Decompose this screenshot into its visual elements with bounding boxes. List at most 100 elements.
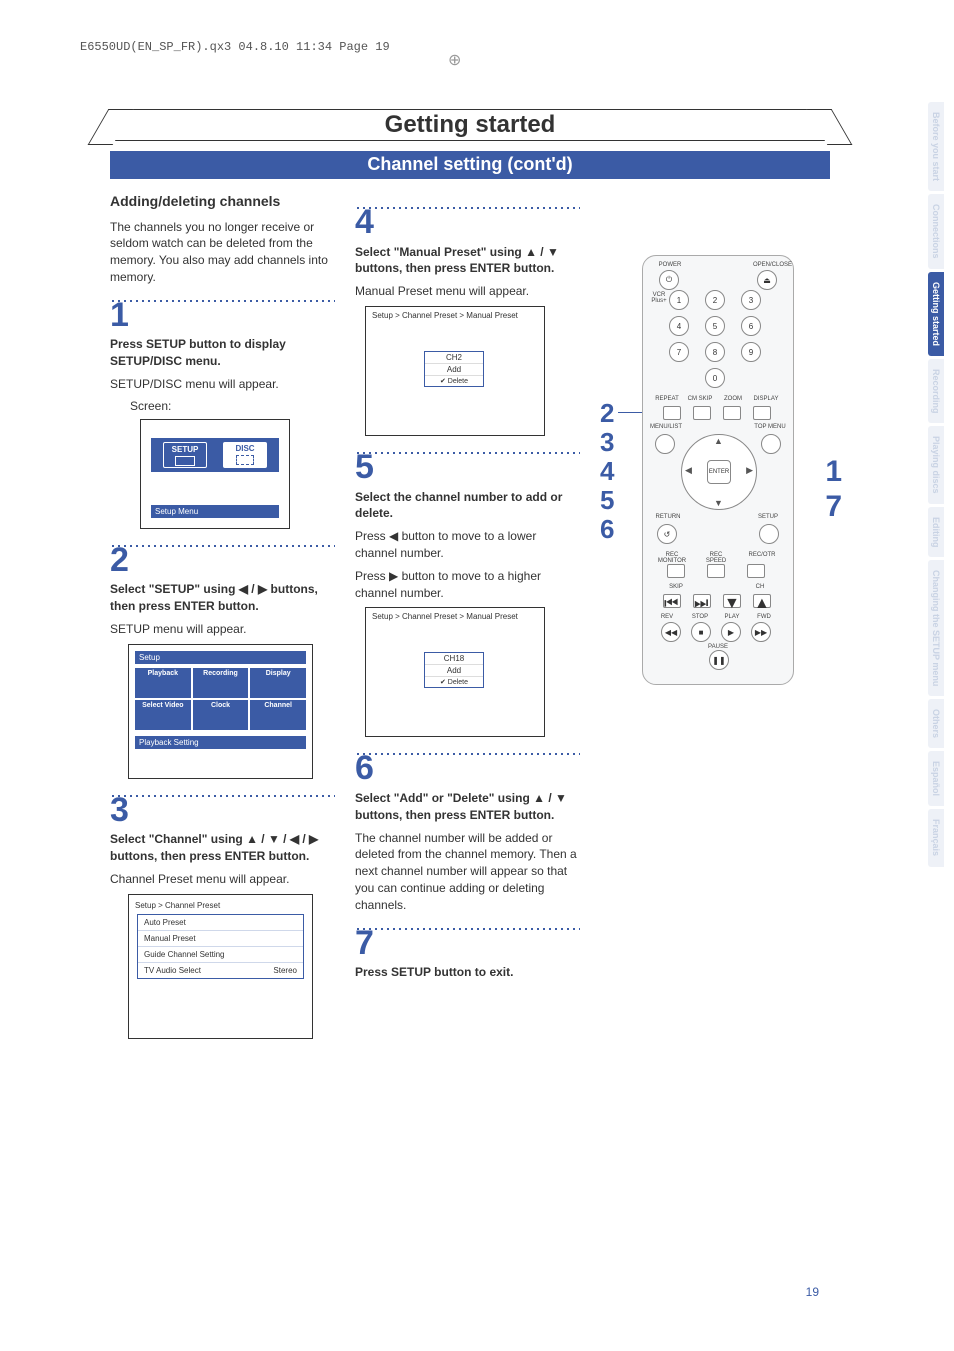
btn-cmskip <box>693 406 711 420</box>
lbl-play: PLAY <box>721 614 743 620</box>
dpad-right-icon: ▶ <box>746 465 753 476</box>
screenshot-setup-disc: SETUP DISC Setup Menu <box>140 419 290 529</box>
tab-getting-started[interactable]: Getting started <box>928 272 944 356</box>
lbl-power: POWER <box>655 262 685 268</box>
screenshot-setup-menu: Setup Playback Recording Display Select … <box>128 644 313 779</box>
disc-tile: DISC <box>223 442 267 468</box>
lbl-display: DISPLAY <box>751 396 781 402</box>
btn-rev: ◀◀ <box>661 622 681 642</box>
screenshot-channel-preset: Setup > Channel Preset Auto Preset Manua… <box>128 894 313 1039</box>
step5-body1: Press ◀ button to move to a lower channe… <box>355 528 580 562</box>
key-0: 0 <box>705 368 725 388</box>
dpad-down-icon: ▼ <box>714 498 723 508</box>
btn-play: ▶ <box>721 622 741 642</box>
remote-figure-column: 2 3 4 5 6 1 7 POWER OPEN/CLOSE ⏻ ⏏ VCR P… <box>600 193 810 1049</box>
lbl-fwd: FWD <box>753 614 775 620</box>
page-content: Getting started Channel setting (cont'd)… <box>110 105 830 1049</box>
lbl-recotr: REC/OTR <box>745 552 779 558</box>
delete-label: ✔ Delete <box>425 677 483 687</box>
screenshot-manual-preset-b: Setup > Channel Preset > Manual Preset C… <box>365 607 545 737</box>
step2-body: SETUP menu will appear. <box>110 621 335 638</box>
btn-menulist <box>655 434 675 454</box>
key-7: 7 <box>669 342 689 362</box>
cell-recording: Recording <box>193 668 249 698</box>
tab-changing-setup[interactable]: Changing the SETUP menu <box>928 560 944 696</box>
row-tv-audio: TV Audio SelectStereo <box>138 963 303 978</box>
btn-ch-up: ▲ <box>753 594 771 608</box>
cell-selectvideo: Select Video <box>135 700 191 730</box>
btn-zoom <box>723 406 741 420</box>
cell-playback: Playback <box>135 668 191 698</box>
btn-skip-next: ⏭ <box>693 594 711 608</box>
mini3b-header: Setup > Channel Preset > Manual Preset <box>366 608 544 623</box>
ch-label: CH2 <box>425 352 483 364</box>
step3-body: Channel Preset menu will appear. <box>110 871 335 888</box>
callout-numbers-left: 2 3 4 5 6 <box>600 399 614 544</box>
btn-return: ↺ <box>657 524 677 544</box>
tab-playing-discs[interactable]: Playing discs <box>928 426 944 504</box>
step-number-5: 5 <box>355 452 580 483</box>
tab-recording[interactable]: Recording <box>928 359 944 424</box>
lbl-repeat: REPEAT <box>655 396 679 402</box>
lbl-zoom: ZOOM <box>721 396 745 402</box>
tab-francais[interactable]: Français <box>928 809 944 866</box>
add-label: Add <box>425 364 483 376</box>
btn-display <box>753 406 771 420</box>
open-close-button-icon: ⏏ <box>757 270 777 290</box>
row-manual-preset: Manual Preset <box>138 931 303 947</box>
step6-title: Select "Add" or "Delete" using ▲ / ▼ but… <box>355 790 580 824</box>
step-number-7: 7 <box>355 928 580 959</box>
key-1: 1 <box>669 290 689 310</box>
step1-body: SETUP/DISC menu will appear. <box>110 376 335 393</box>
page-title: Getting started <box>110 109 830 141</box>
btn-recspeed <box>707 564 725 578</box>
left-column: Adding/deleting channels The channels yo… <box>110 193 335 1049</box>
pdf-header-meta: E6550UD(EN_SP_FR).qx3 04.8.10 11:34 Page… <box>80 40 390 54</box>
page-number: 19 <box>806 1285 819 1299</box>
enter-button: ENTER <box>707 460 731 484</box>
step5-body2: Press ▶ button to move to a higher chann… <box>355 568 580 602</box>
row-repeat <box>663 406 771 420</box>
btn-skip-prev: ⏮ <box>663 594 681 608</box>
btn-fwd: ▶▶ <box>751 622 771 642</box>
tab-espanol[interactable]: Español <box>928 751 944 806</box>
intro-text: The channels you no longer receive or se… <box>110 219 335 286</box>
step1-title: Press SETUP button to display SETUP/DISC… <box>110 336 335 370</box>
btn-repeat <box>663 406 681 420</box>
tab-before-you-start[interactable]: Before you start <box>928 102 944 191</box>
title-ribbon: Getting started <box>110 105 830 147</box>
row-guide-channel: Guide Channel Setting <box>138 947 303 963</box>
lbl-menulist: MENU/LIST <box>649 424 683 430</box>
step-number-1: 1 <box>110 300 335 331</box>
tab-others[interactable]: Others <box>928 699 944 748</box>
lbl-pause: PAUSE <box>703 644 733 650</box>
add-label: Add <box>425 665 483 677</box>
side-tabs: Before you start Connections Getting sta… <box>928 102 954 870</box>
mini1-caption: Setup Menu <box>151 505 279 518</box>
screen-label: Screen: <box>130 399 335 413</box>
row-skip: ⏮⏭ ▼▲ <box>663 594 771 608</box>
dpad: ▲ ▼ ◀ ▶ ENTER <box>681 434 757 510</box>
row-transport: ◀◀ ■ ▶ ▶▶ <box>661 622 771 642</box>
step4-body: Manual Preset menu will appear. <box>355 283 580 300</box>
btn-stop: ■ <box>691 622 711 642</box>
remote-control-diagram: POWER OPEN/CLOSE ⏻ ⏏ VCR Plus+ 123 456 7… <box>642 255 794 685</box>
key-8: 8 <box>705 342 725 362</box>
step-number-3: 3 <box>110 795 335 826</box>
section-subheader: Channel setting (cont'd) <box>110 151 830 179</box>
tab-editing[interactable]: Editing <box>928 507 944 558</box>
lbl-setup: SETUP <box>753 514 783 520</box>
mini3a-header: Setup > Channel Preset > Manual Preset <box>366 307 544 322</box>
step-number-4: 4 <box>355 207 580 238</box>
key-4: 4 <box>669 316 689 336</box>
lbl-cmskip: CM SKIP <box>687 396 713 402</box>
screenshot-manual-preset-a: Setup > Channel Preset > Manual Preset C… <box>365 306 545 436</box>
lbl-return: RETURN <box>653 514 683 520</box>
lbl-ch: CH <box>745 584 775 590</box>
ch-label: CH18 <box>425 653 483 665</box>
lbl-recspeed: REC SPEED <box>701 552 731 564</box>
numpad: 123 456 789 0 <box>669 290 767 388</box>
btn-pause: ❚❚ <box>709 650 729 670</box>
tab-connections[interactable]: Connections <box>928 194 944 269</box>
delete-label: ✔ Delete <box>425 376 483 386</box>
